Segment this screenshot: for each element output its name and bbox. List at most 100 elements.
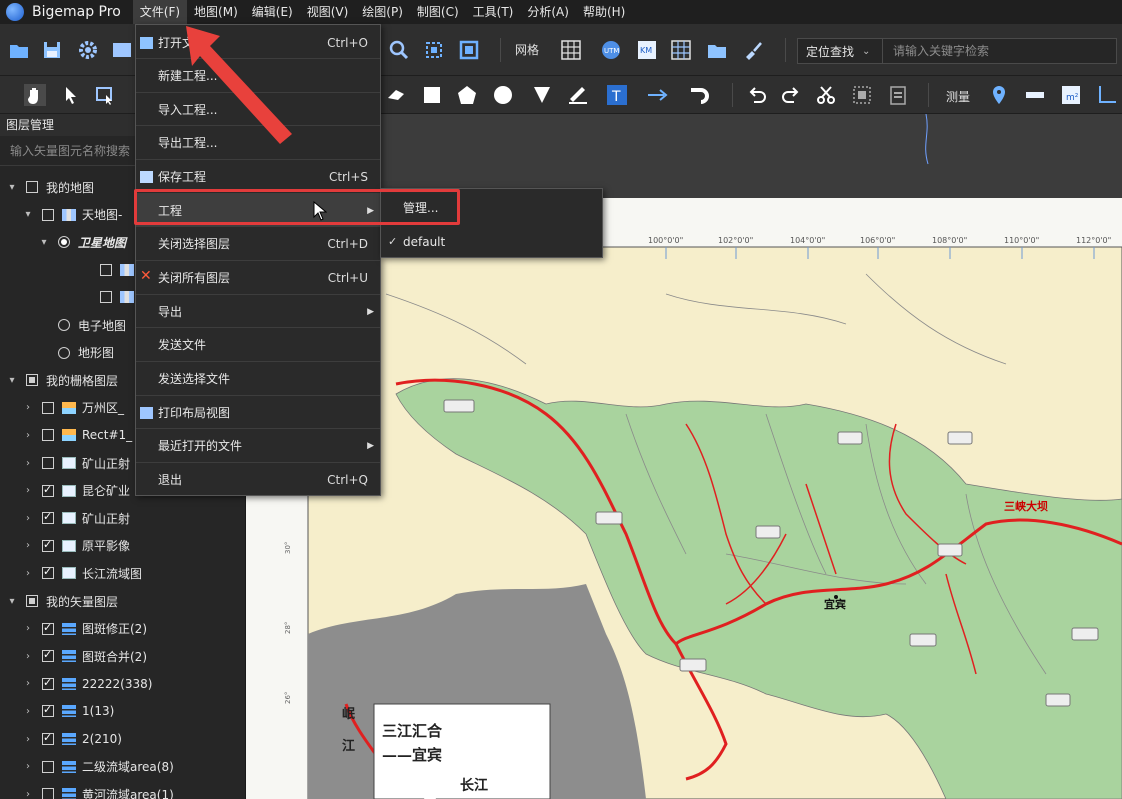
chevron-right-icon[interactable]: › [22, 623, 34, 634]
zoom-extent-icon[interactable] [423, 39, 445, 61]
image-icon[interactable] [111, 39, 133, 61]
curve-icon[interactable] [688, 84, 710, 106]
tree-mine-ortho-2[interactable]: › 矿山正射 [0, 505, 246, 531]
layer-checkbox[interactable] [42, 676, 54, 690]
chevron-right-icon[interactable]: › [22, 402, 34, 413]
menu-draw[interactable]: 绘图(P) [355, 0, 410, 24]
chevron-right-icon[interactable]: › [22, 734, 34, 745]
layer-checkbox[interactable] [42, 401, 54, 414]
draw-marker-icon[interactable] [531, 84, 553, 106]
select-arrow-icon[interactable] [60, 84, 82, 106]
layer-checkbox[interactable] [26, 181, 38, 193]
tree-1[interactable]: › 1(13) [0, 698, 246, 724]
tree-yuanping-image[interactable]: › 原平影像 [0, 533, 246, 559]
layer-checkbox[interactable] [42, 648, 54, 663]
menu-analysis[interactable]: 分析(A) [520, 0, 576, 24]
utm-globe-icon[interactable]: UTM [600, 39, 622, 61]
chevron-down-icon[interactable]: ▾ [6, 182, 18, 193]
measure-distance-icon[interactable] [1024, 84, 1046, 106]
draw-polygon-icon[interactable] [456, 84, 478, 106]
layer-radio[interactable] [58, 346, 70, 359]
chevron-right-icon[interactable]: › [22, 678, 34, 689]
layer-checkbox[interactable] [42, 760, 54, 773]
arrow-icon[interactable] [646, 84, 668, 106]
menu-send-file[interactable]: 发送文件 [136, 328, 380, 361]
location-pin-icon[interactable] [988, 84, 1010, 106]
measure-label[interactable]: 测量 [946, 88, 970, 105]
km-grid-icon[interactable]: KM [636, 39, 658, 61]
chevron-right-icon[interactable]: › [22, 706, 34, 717]
chevron-right-icon[interactable]: › [22, 651, 34, 662]
menu-send-selected-file[interactable]: 发送选择文件 [136, 362, 380, 395]
tree-my-vector-layers[interactable]: ▾ 我的矢量图层 [0, 588, 246, 614]
chevron-down-icon[interactable]: ▾ [38, 237, 50, 248]
layer-checkbox[interactable] [42, 538, 54, 552]
layer-checkbox[interactable] [42, 703, 54, 718]
layer-checkbox[interactable] [100, 263, 112, 276]
tree-22222[interactable]: › 22222(338) [0, 671, 246, 697]
chevron-right-icon[interactable]: › [22, 761, 34, 772]
layer-checkbox[interactable] [42, 565, 54, 580]
redo-icon[interactable] [780, 84, 802, 106]
menu-export[interactable]: 导出 ▶ [136, 295, 380, 328]
measure-angle-icon[interactable] [1096, 84, 1118, 106]
tree-patch-fix[interactable]: › 图斑修正(2) [0, 616, 246, 642]
chevron-right-icon[interactable]: › [22, 540, 34, 551]
draw-circle-icon[interactable] [492, 84, 514, 106]
layer-checkbox[interactable] [42, 731, 54, 745]
menu-file[interactable]: 文件(F) [132, 0, 188, 24]
layer-checkbox[interactable] [42, 621, 54, 635]
layer-checkbox[interactable] [42, 788, 54, 799]
grid-icon[interactable] [560, 39, 582, 61]
measure-area-icon[interactable]: m² [1060, 84, 1082, 106]
keyword-search-input[interactable] [883, 38, 1117, 64]
layer-checkbox[interactable] [42, 510, 54, 525]
cut-scissors-icon[interactable] [815, 84, 837, 106]
layer-checkbox[interactable] [100, 291, 112, 304]
chevron-down-icon[interactable]: ▾ [6, 375, 18, 386]
menu-print-layout-view[interactable]: 打印布局视图 [136, 396, 380, 429]
grid-label[interactable]: 网格 [515, 41, 539, 58]
tree-secondary-basin[interactable]: › 二级流域area(8) [0, 754, 246, 780]
chevron-right-icon[interactable]: › [22, 430, 34, 441]
layer-checkbox[interactable] [26, 595, 38, 607]
menu-map[interactable]: 地图(M) [187, 0, 245, 24]
text-annotation-icon[interactable]: T [606, 84, 628, 106]
layer-checkbox[interactable] [42, 208, 54, 221]
chevron-down-icon[interactable]: ▾ [6, 596, 18, 607]
pan-hand-icon[interactable] [24, 84, 46, 106]
layer-checkbox[interactable] [26, 374, 38, 387]
paste-icon[interactable] [887, 84, 909, 106]
open-folder-icon[interactable] [8, 39, 30, 61]
undo-icon[interactable] [746, 84, 768, 106]
settings-gear-icon[interactable] [77, 39, 99, 61]
chevron-right-icon[interactable]: › [22, 789, 34, 799]
tree-yellow-river-basin[interactable]: › 黄河流域area(1) [0, 781, 246, 799]
copy-icon[interactable] [851, 84, 873, 106]
layer-radio[interactable] [58, 319, 70, 331]
draw-rectangle-icon[interactable] [421, 84, 443, 106]
chevron-right-icon[interactable]: › [22, 513, 34, 524]
chevron-down-icon[interactable]: ▾ [22, 209, 34, 220]
folder-icon[interactable] [706, 39, 728, 61]
submenu-default[interactable]: ✓ default [381, 225, 602, 258]
menu-close-selected-layers[interactable]: 关闭选择图层 Ctrl+D [136, 227, 380, 260]
tree-2[interactable]: › 2(210) [0, 726, 246, 752]
numbered-grid-icon[interactable] [670, 39, 692, 61]
menu-exit[interactable]: 退出 Ctrl+Q [136, 463, 380, 496]
layer-checkbox[interactable] [42, 483, 54, 497]
layer-radio[interactable] [58, 236, 70, 249]
box-select-icon[interactable] [94, 84, 116, 106]
chevron-right-icon[interactable]: › [22, 485, 34, 496]
menu-edit[interactable]: 编辑(E) [245, 0, 300, 24]
menu-close-all-layers[interactable]: ✕ 关闭所有图层 Ctrl+U [136, 261, 380, 294]
layer-checkbox[interactable] [42, 429, 54, 442]
full-extent-icon[interactable] [458, 39, 480, 61]
menu-tools[interactable]: 工具(T) [466, 0, 521, 24]
menu-view[interactable]: 视图(V) [300, 0, 356, 24]
menu-recent-files[interactable]: 最近打开的文件 ▶ [136, 429, 380, 462]
tree-patch-merge[interactable]: › 图斑合并(2) [0, 643, 246, 669]
chevron-right-icon[interactable]: › [22, 568, 34, 579]
zoom-icon[interactable] [388, 39, 410, 61]
save-icon[interactable] [41, 39, 63, 61]
